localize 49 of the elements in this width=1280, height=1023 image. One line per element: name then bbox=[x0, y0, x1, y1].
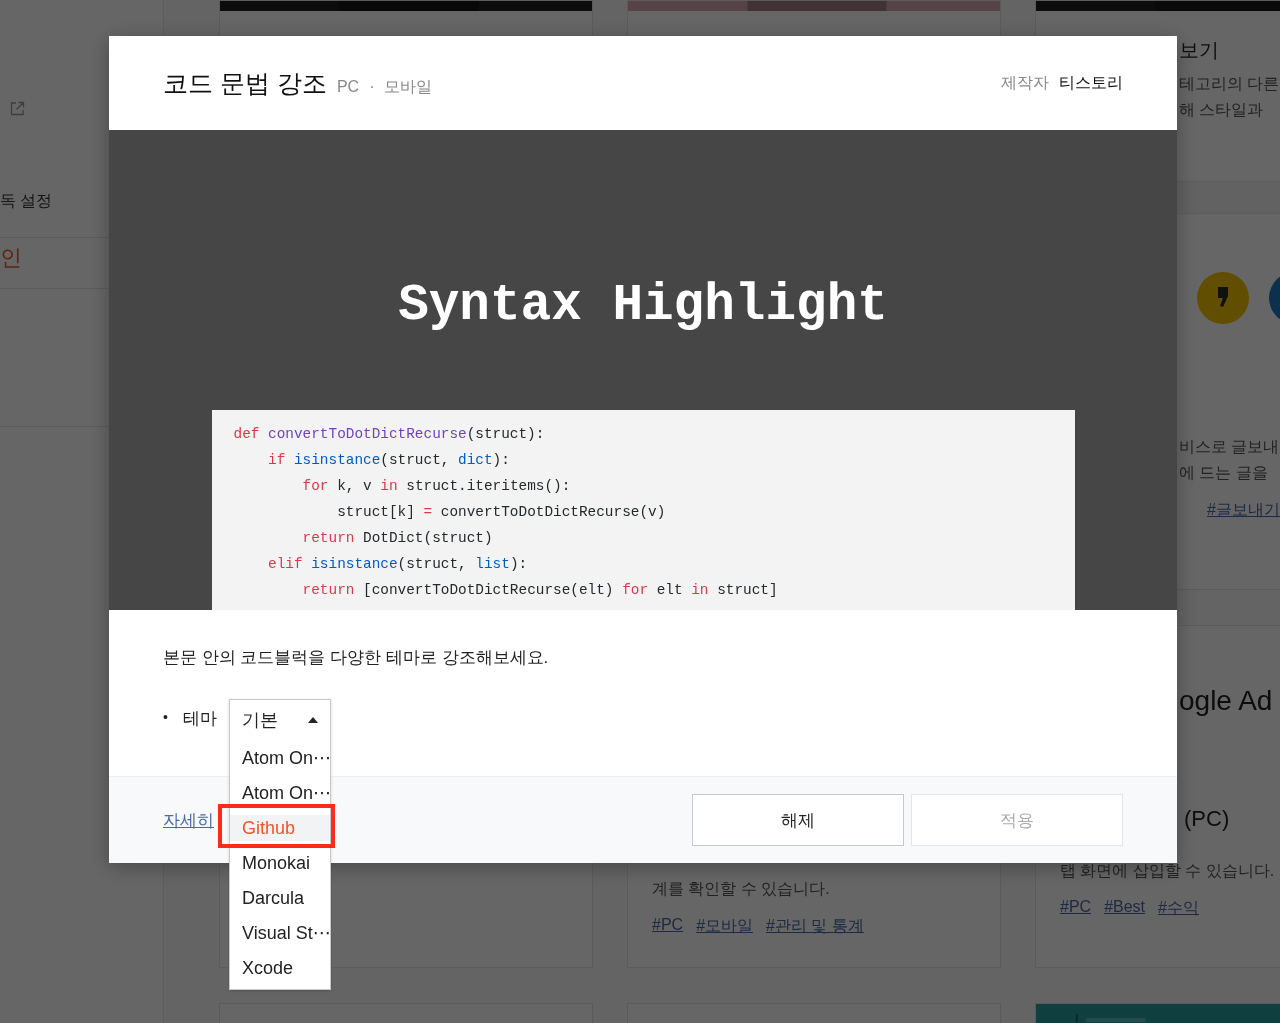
dropdown-option[interactable]: Atom On⋯ bbox=[230, 779, 332, 806]
platform-label: 모바일 bbox=[384, 76, 433, 97]
separator-dot: · bbox=[369, 77, 375, 96]
card-text: 탭 화면에 삽입할 수 있습니다. bbox=[1060, 861, 1276, 881]
sidebar-item[interactable]: 독 설정 bbox=[0, 191, 53, 212]
author-name: 티스토리 bbox=[1059, 72, 1123, 93]
disable-button[interactable]: 해제 bbox=[692, 794, 904, 846]
tag-link[interactable]: #수익 bbox=[1158, 898, 1199, 919]
dropdown-option[interactable]: Atom On⋯ bbox=[230, 744, 332, 771]
tag-link[interactable]: #PC bbox=[1060, 898, 1092, 919]
dropdown-option[interactable]: Monokai bbox=[230, 849, 330, 876]
code-line: struct[k] = convertToDotDictRecurse(v) bbox=[336, 503, 667, 522]
card-text: 해 스타일과 bbox=[1179, 100, 1265, 120]
sidebar-link[interactable]: 인 bbox=[0, 243, 22, 273]
tag-link[interactable]: #Best bbox=[1104, 898, 1146, 919]
card-title: ogle Ad bbox=[1179, 684, 1274, 718]
dropdown-option[interactable]: Github bbox=[230, 814, 330, 841]
tag-link[interactable]: #관리 및 통계 bbox=[766, 916, 864, 937]
card-subtitle: (PC) bbox=[1184, 805, 1231, 834]
quote-icon[interactable] bbox=[1197, 272, 1249, 324]
tag-link[interactable]: #글보내기 bbox=[1207, 500, 1280, 521]
dropdown-option[interactable]: Darcula bbox=[230, 884, 330, 911]
plugin-description: 본문 안의 코드블럭을 다양한 테마로 강조해보세요. bbox=[163, 647, 550, 669]
more-link[interactable]: 자세히 bbox=[163, 808, 214, 832]
code-line: return DotDict(struct) bbox=[301, 529, 494, 548]
card-text: 에 드는 글을 bbox=[1179, 463, 1269, 483]
card-text: 비스로 글보내 bbox=[1179, 437, 1280, 457]
card-text: 테고리의 다른 bbox=[1179, 74, 1280, 94]
dialog-title: 코드 문법 강조 bbox=[163, 67, 327, 99]
code-line: if isinstance(struct, dict): bbox=[267, 451, 511, 470]
card-text: 계를 확인할 수 있습니다. bbox=[652, 879, 831, 899]
tag-link[interactable]: #모바일 bbox=[696, 916, 754, 937]
code-line: return [convertToDotDictRecurse(elt) for elt in struct] bbox=[301, 581, 779, 600]
code-line: for k, v in struct.iteritems(): bbox=[301, 477, 572, 496]
platform-label: PC bbox=[336, 77, 360, 96]
tag-link[interactable]: #PC bbox=[652, 916, 684, 937]
external-link-icon bbox=[10, 101, 25, 116]
code-line: def convertToDotDictRecurse(struct): bbox=[233, 425, 546, 444]
bullet: • bbox=[163, 708, 169, 727]
preview-title: Syntax Highlight bbox=[398, 278, 888, 334]
selected-value: 기본 bbox=[242, 709, 278, 732]
setting-label: 테마 bbox=[183, 708, 218, 730]
author-label: 제작자 bbox=[1001, 72, 1049, 93]
code-line: elif isinstance(struct, list): bbox=[267, 555, 529, 574]
caret-icon bbox=[308, 717, 318, 723]
dropdown-option[interactable]: Xcode bbox=[230, 954, 330, 981]
card-title: 보기 bbox=[1179, 38, 1220, 63]
dropdown-option[interactable]: Visual St⋯ bbox=[230, 919, 331, 946]
theme-dropdown[interactable]: 기본 Atom On⋯ Atom On⋯ Github Monokai Darcula Visual St⋯ Xcode bbox=[229, 699, 331, 990]
